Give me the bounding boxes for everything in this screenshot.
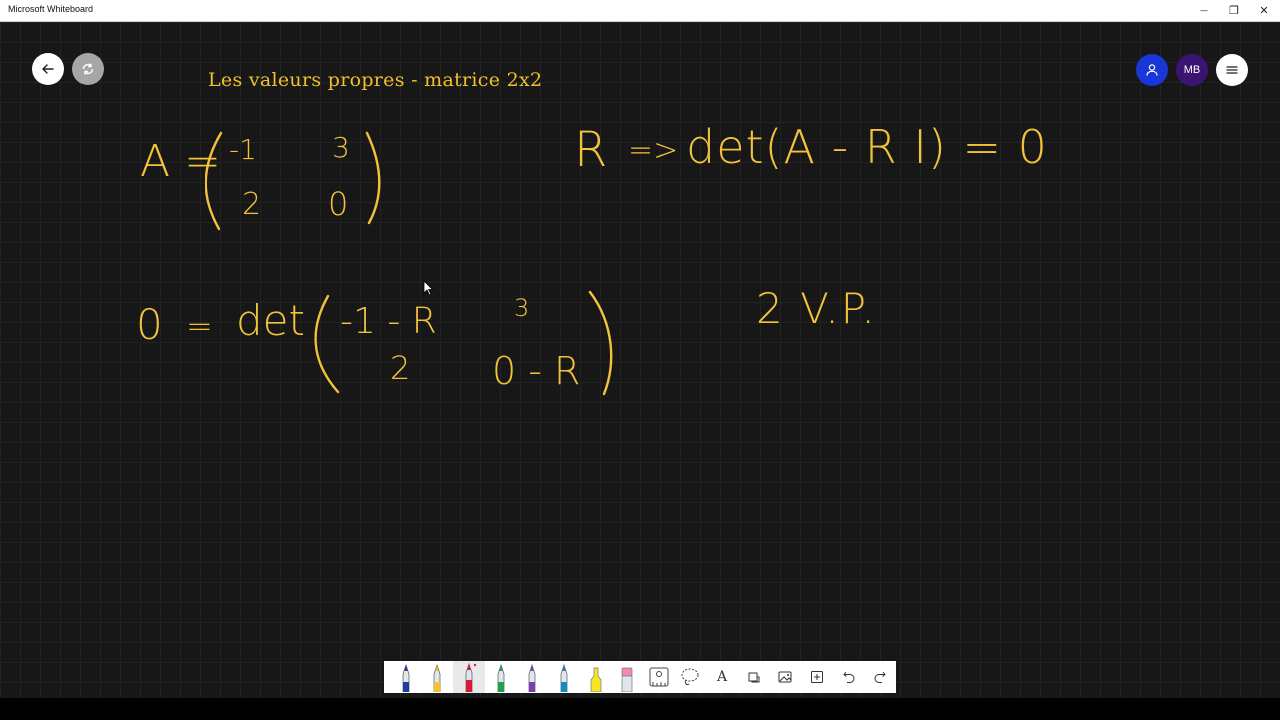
undo-button[interactable] [833,661,865,693]
whiteboard-canvas[interactable]: Les valeurs propres - matrice 2x2 MB A =… [0,22,1280,698]
add-icon [810,671,823,683]
minimize-button[interactable]: — [1188,0,1220,21]
pen-green-tool[interactable] [485,661,517,693]
ruler-tool[interactable] [643,661,675,693]
pen-blue-tool[interactable] [390,661,422,693]
user-initials: MB [1183,64,1201,76]
shape-tool[interactable] [738,661,770,693]
ruler-icon [649,667,669,687]
ink-implies: => [628,133,679,168]
user-avatar[interactable]: MB [1176,54,1208,86]
highlighter-tool[interactable] [580,661,612,693]
arrow-left-icon [42,64,54,74]
restore-button[interactable]: ❐ [1218,0,1250,21]
ink-m22: 0 [328,185,349,223]
text-tool[interactable]: A [706,661,738,693]
pen-teal-icon [560,663,568,692]
ink-eq-equals: = [186,307,213,345]
pen-purple-icon [528,663,536,692]
undo-icon [842,671,855,683]
close-icon: ✕ [1259,4,1269,17]
image-icon [778,671,792,683]
eraser-tool[interactable] [611,661,643,693]
lasso-tool[interactable] [675,661,707,693]
board-title: Les valeurs propres - matrice 2x2 [208,69,543,91]
pen-yellow-tool[interactable] [422,661,454,693]
insert-tool[interactable] [801,661,833,693]
sync-button[interactable] [72,53,104,85]
pen-yellow-icon [434,663,441,692]
back-button[interactable] [32,53,64,85]
lasso-icon [681,668,699,686]
ink-d11: -1 - R [340,301,437,342]
ink-m11: -1 [229,133,257,166]
ink-toolbar: A [384,661,896,693]
window-titlebar: Microsoft Whiteboard — ❐ ✕ [0,0,1280,22]
pen-teal-tool[interactable] [548,661,580,693]
pen-green-icon [497,663,505,692]
pen-red-icon [465,662,477,692]
ink-lambda: R [574,122,608,178]
ink-d12: 3 [514,294,530,322]
pen-blue-icon [402,663,410,692]
ink-note: 2 V.P. [756,284,877,333]
hamburger-icon [1226,66,1238,74]
ink-m21: 2 [242,187,262,222]
eraser-icon [621,667,633,692]
menu-button[interactable] [1216,54,1248,86]
taskbar-strip [0,698,1280,720]
ink-det-expression: det(A - R I) = 0 [686,120,1048,174]
close-button[interactable]: ✕ [1248,0,1280,21]
ink-d22: 0 - R [492,349,581,393]
shape-icon [748,672,760,683]
app-title: Microsoft Whiteboard [8,4,94,14]
highlighter-icon [590,667,601,692]
text-tool-icon: A [717,669,728,685]
minimize-icon: — [1200,6,1208,15]
pen-purple-tool[interactable] [517,661,549,693]
share-button[interactable] [1136,54,1168,86]
person-icon [1146,64,1158,76]
mouse-cursor-icon [423,280,434,296]
restore-icon: ❐ [1229,4,1239,17]
pen-red-tool[interactable] [453,661,485,693]
redo-icon [874,671,886,683]
ink-m12: 3 [332,131,350,164]
ink-eq-det: det [236,296,305,345]
ink-eq-lhs: 0 [136,300,163,349]
sync-icon [82,63,94,75]
image-tool[interactable] [770,661,802,693]
ink-d21: 2 [390,349,411,387]
redo-button[interactable] [864,661,896,693]
